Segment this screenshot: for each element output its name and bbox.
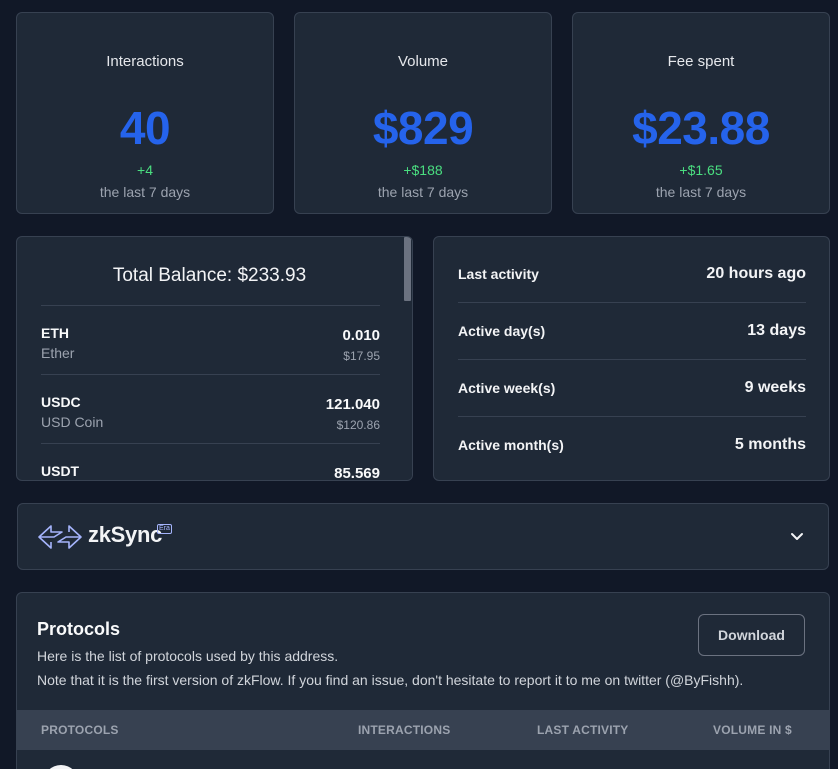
token-symbol: USDC [41,394,81,410]
chevron-down-icon[interactable] [790,529,804,543]
activity-card: Last activity 20 hours ago Active day(s)… [433,236,830,481]
token-amount: 85.569 [334,465,380,481]
network-brand: zkSync [88,522,163,547]
volume-card: Volume $829 +$188 the last 7 days [294,12,552,214]
token-row: USDC USD Coin 121.040 $120.86 [41,374,380,443]
activity-value: 13 days [747,322,806,339]
interactions-card: Interactions 40 +4 the last 7 days [16,12,274,214]
protocols-section: Protocols Here is the list of protocols … [16,592,830,769]
token-name: USD Coin [41,414,104,430]
stat-period: the last 7 days [655,184,747,200]
stat-delta: +4 [137,162,153,178]
column-header-volume[interactable]: VOLUME IN $ [713,723,792,737]
activity-row: Active month(s) 5 months [458,416,806,473]
activity-label: Active day(s) [458,323,546,339]
token-symbol: USDT [41,463,80,479]
activity-value: 20 hours ago [706,265,806,282]
token-name: Ether [41,345,75,361]
section-description: Here is the list of protocols used by th… [37,648,339,664]
activity-label: Last activity [458,266,539,282]
stat-value: $23.88 [632,102,770,154]
token-row: USDT 85.569 [41,443,380,481]
activity-row: Active day(s) 13 days [458,302,806,359]
protocol-logo [43,765,79,769]
activity-value: 9 weeks [744,379,806,396]
token-amount: 121.040 [325,396,380,413]
download-button[interactable]: Download [698,614,805,656]
column-header-interactions[interactable]: INTERACTIONS [358,723,450,737]
activity-label: Active month(s) [458,437,564,453]
fee-spent-card: Fee spent $23.88 +$1.65 the last 7 days [572,12,830,214]
column-header-protocols[interactable]: PROTOCOLS [41,723,119,737]
stat-delta: +$188 [403,162,443,178]
section-note: Note that it is the first version of zkF… [37,672,744,688]
activity-label: Active week(s) [458,380,556,396]
zksync-arrows-icon [38,525,82,549]
scrollbar-thumb[interactable] [404,237,411,301]
balance-card: Total Balance: $233.93 ETH Ether 0.010 $… [16,236,413,481]
activity-row: Active week(s) 9 weeks [458,359,806,416]
activity-value: 5 months [734,436,806,453]
token-usd: $120.86 [336,418,380,432]
activity-row: Last activity 20 hours ago [458,245,806,302]
stat-period: the last 7 days [377,184,469,200]
stat-title: Interactions [106,53,184,70]
table-header: PROTOCOLS INTERACTIONS LAST ACTIVITY VOL… [17,710,829,750]
section-title: Protocols [37,619,121,639]
token-usd: $17.95 [343,349,380,363]
network-accordion[interactable]: zkSync Era [17,503,829,570]
balance-scrollbar[interactable] [403,237,412,480]
stat-period: the last 7 days [99,184,191,200]
total-balance: Total Balance: $233.93 [112,265,307,286]
stat-title: Volume [397,53,449,70]
stat-delta: +$1.65 [679,162,723,178]
token-row: ETH Ether 0.010 $17.95 [41,305,380,374]
column-header-last-activity[interactable]: LAST ACTIVITY [537,723,629,737]
stat-title: Fee spent [667,53,735,70]
token-symbol: ETH [41,325,69,341]
stat-value: 40 [119,102,171,154]
stat-value: $829 [372,102,474,154]
token-amount: 0.010 [342,327,380,344]
network-badge: Era [157,524,172,534]
